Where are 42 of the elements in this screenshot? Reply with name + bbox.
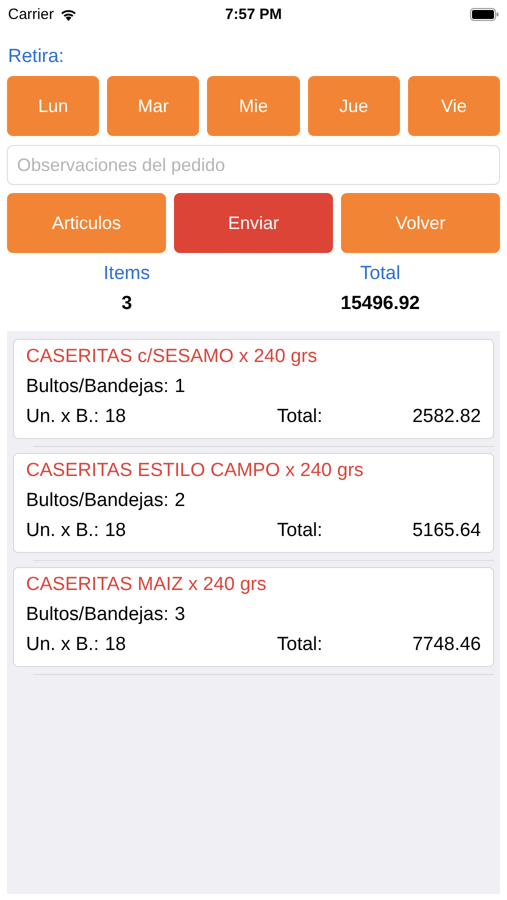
- units-value: 18: [104, 406, 126, 428]
- item-card[interactable]: CASERITAS ESTILO CAMPO x 240 grs Bultos/Bandejas: 2 Un. x B.: 18 Total: 5165.64: [13, 453, 494, 553]
- units-label: Un. x B.:: [26, 406, 99, 428]
- day-button[interactable]: Mie: [207, 76, 300, 136]
- day-button[interactable]: Lun: [7, 76, 100, 136]
- packs-value: 1: [174, 376, 186, 398]
- summary-value: 15496.92: [340, 293, 420, 315]
- action-button[interactable]: Enviar: [174, 193, 333, 253]
- item-card[interactable]: CASERITAS c/SESAMO x 240 grs Bultos/Bandejas: 1 Un. x B.: 18 Total: 2582.82: [13, 339, 494, 439]
- units-label: Un. x B.:: [26, 520, 99, 542]
- item-name: CASERITAS c/SESAMO x 240 grs: [26, 346, 318, 368]
- total-label: Total:: [277, 634, 324, 656]
- units-value: 18: [104, 520, 126, 542]
- day-button[interactable]: Jue: [308, 76, 400, 136]
- units-label: Un. x B.:: [26, 634, 99, 656]
- carrier-name: Carrier: [8, 6, 54, 22]
- total-label: Total:: [277, 406, 324, 428]
- packs-label: Bultos/Bandejas:: [26, 604, 169, 626]
- summary-label: Total: [360, 263, 400, 285]
- summary-value: 3: [121, 293, 132, 315]
- item-name: CASERITAS ESTILO CAMPO x 240 grs: [26, 460, 365, 482]
- total-value: 2582.82: [412, 406, 481, 428]
- action-button[interactable]: Volver: [341, 193, 500, 253]
- day-button[interactable]: Vie: [408, 76, 500, 136]
- action-button[interactable]: Articulos: [7, 193, 166, 253]
- wifi-icon: [60, 8, 77, 20]
- packs-value: 2: [174, 490, 186, 512]
- pickup-label: Retira:: [7, 45, 65, 60]
- status-time: 7:57 PM: [225, 6, 282, 22]
- total-value: 5165.64: [412, 520, 481, 542]
- packs-label: Bultos/Bandejas:: [26, 490, 169, 512]
- total-value: 7748.46: [412, 634, 481, 656]
- packs-value: 3: [174, 604, 186, 626]
- battery-icon: [470, 8, 499, 20]
- item-name: CASERITAS MAIZ x 240 grs: [26, 574, 268, 596]
- notes-field[interactable]: Observaciones del pedido: [7, 145, 500, 185]
- units-value: 18: [104, 634, 126, 656]
- packs-label: Bultos/Bandejas:: [26, 376, 169, 398]
- item-card[interactable]: CASERITAS MAIZ x 240 grs Bultos/Bandejas: 3 Un. x B.: 18 Total: 7748.46: [13, 567, 494, 667]
- summary-label: Items: [104, 263, 150, 285]
- day-button[interactable]: Mar: [107, 76, 200, 136]
- total-label: Total:: [277, 520, 324, 542]
